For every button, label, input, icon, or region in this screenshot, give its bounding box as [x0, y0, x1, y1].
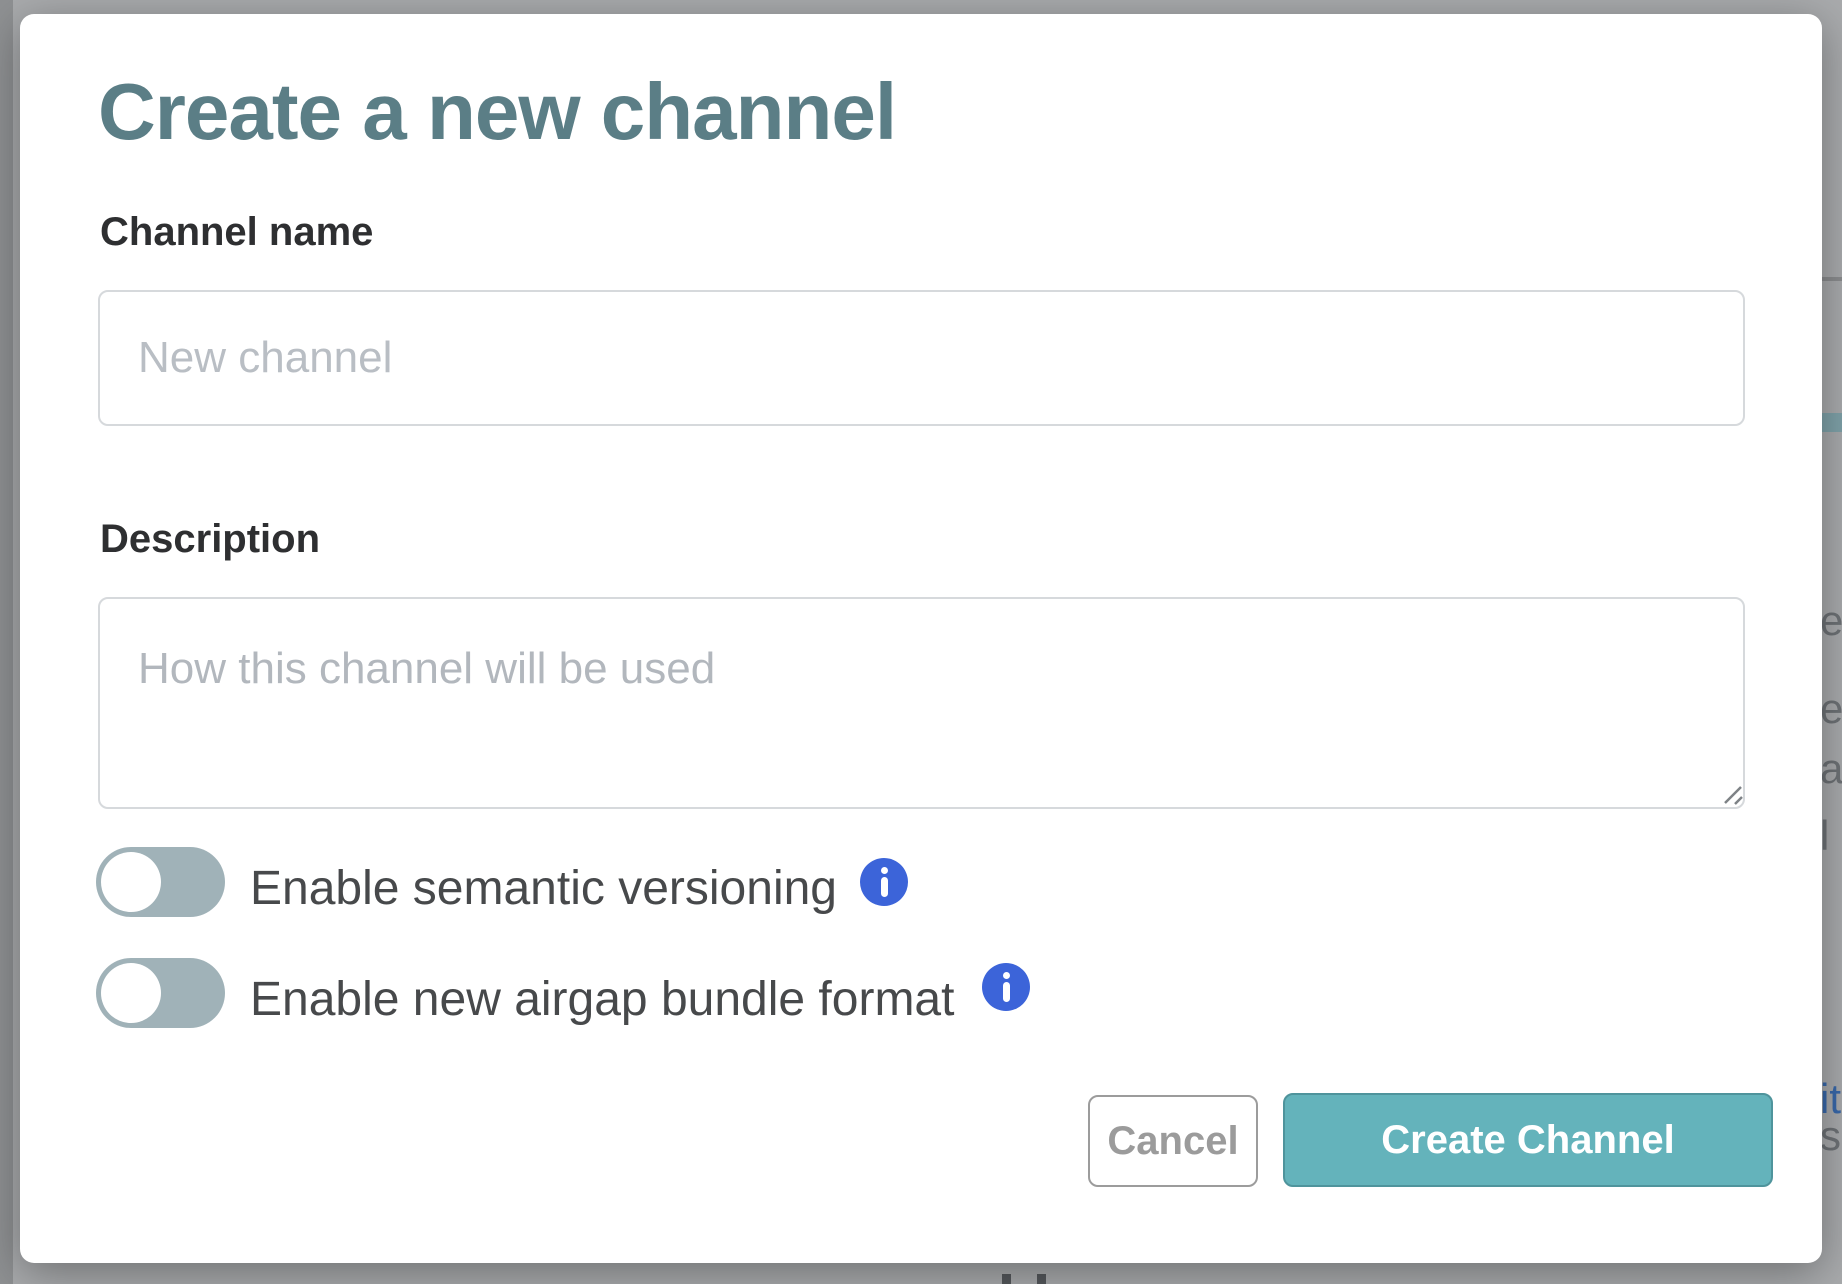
description-textarea[interactable] — [98, 597, 1745, 809]
background-page-edge — [0, 0, 13, 1284]
cancel-button[interactable]: Cancel — [1088, 1095, 1258, 1187]
info-icon-dot — [881, 867, 888, 874]
modal-title: Create a new channel — [98, 66, 896, 158]
screen: e e a l it s Create a new channel Channe… — [0, 0, 1842, 1284]
background-text-fragment: e — [1820, 688, 1842, 730]
background-mark — [1037, 1274, 1046, 1284]
description-label: Description — [100, 519, 320, 559]
background-text-fragment: s — [1820, 1115, 1841, 1157]
info-icon-stem — [1003, 982, 1010, 1002]
channel-name-input[interactable] — [98, 290, 1745, 426]
airgap-bundle-toggle[interactable] — [96, 958, 225, 1028]
create-channel-button[interactable]: Create Channel — [1283, 1093, 1773, 1187]
airgap-bundle-label: Enable new airgap bundle format — [250, 976, 954, 1024]
toggle-knob — [101, 963, 161, 1023]
background-text-fragment: e — [1820, 600, 1842, 642]
create-channel-modal: Create a new channel Channel name Descri… — [20, 14, 1822, 1263]
info-icon[interactable] — [982, 963, 1030, 1011]
background-divider — [1822, 277, 1842, 281]
background-mark — [1002, 1274, 1011, 1284]
info-icon[interactable] — [860, 858, 908, 906]
background-teal-fragment — [1822, 413, 1842, 432]
toggle-knob — [101, 852, 161, 912]
background-text-fragment: a — [1820, 748, 1842, 790]
semantic-versioning-label: Enable semantic versioning — [250, 865, 837, 913]
semantic-versioning-toggle[interactable] — [96, 847, 225, 917]
overlay-top — [0, 0, 1842, 14]
info-icon-stem — [881, 877, 888, 897]
overlay-bottom — [0, 1263, 1842, 1284]
info-icon-dot — [1003, 972, 1010, 979]
channel-name-label: Channel name — [100, 212, 373, 252]
